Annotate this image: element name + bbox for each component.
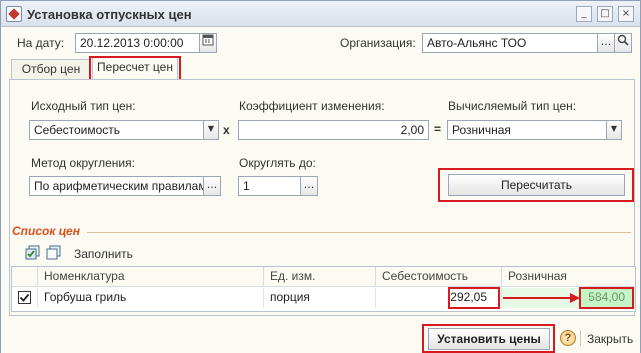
highlight-recalculate-button: [438, 168, 634, 202]
row-checkbox-cell[interactable]: [12, 288, 38, 308]
search-icon: [617, 34, 629, 46]
source-price-type-field[interactable]: Себестоимость: [29, 120, 204, 140]
help-icon[interactable]: ?: [560, 330, 576, 346]
select-all-icon[interactable]: [25, 245, 41, 261]
organization-select-button[interactable]: ...: [597, 33, 615, 53]
column-header-retail[interactable]: Розничная: [502, 267, 635, 287]
tab-price-selection[interactable]: Отбор цен: [11, 59, 91, 79]
column-header-check: [12, 267, 38, 287]
checkbox-checked-icon[interactable]: [18, 291, 31, 304]
rounding-method-field[interactable]: По арифметическим правилам: [29, 176, 204, 196]
multiply-sign: x: [223, 123, 230, 137]
fill-button[interactable]: Заполнить: [74, 247, 133, 261]
equals-sign: =: [434, 122, 442, 136]
highlight-set-prices-button: [422, 324, 555, 353]
calendar-icon: [202, 34, 214, 46]
app-icon: [6, 6, 22, 22]
coefficient-label: Коэффициент изменения:: [239, 99, 385, 113]
minimize-button[interactable]: _: [576, 6, 592, 22]
date-label: На дату:: [17, 36, 65, 50]
rounding-method-select-button[interactable]: ...: [203, 176, 221, 196]
column-header-unit[interactable]: Ед. изм.: [264, 267, 376, 287]
title-bar[interactable]: Установка отпускных цен _ □ ×: [1, 1, 640, 27]
source-price-type-label: Исходный тип цен:: [31, 99, 136, 113]
target-price-type-field[interactable]: Розничная: [447, 120, 607, 140]
round-to-label: Округлять до:: [239, 156, 316, 170]
coefficient-field[interactable]: 2,00: [238, 120, 429, 140]
column-header-cost[interactable]: Себестоимость: [376, 267, 502, 287]
price-table: Номенклатура Ед. изм. Себестоимость Розн…: [11, 266, 636, 312]
highlight-cost-value: [448, 287, 500, 309]
round-to-field[interactable]: 1: [238, 176, 301, 196]
rounding-method-label: Метод округления:: [31, 156, 135, 170]
target-price-type-dropdown[interactable]: ▼: [606, 120, 622, 140]
unit-cell[interactable]: порция: [264, 288, 376, 308]
window-title: Установка отпускных цен: [27, 7, 192, 22]
footer-separator: [580, 330, 581, 346]
highlight-retail-value: [579, 287, 634, 309]
organization-label: Организация:: [340, 36, 416, 50]
arrow-icon: [503, 293, 580, 303]
dialog-window: Установка отпускных цен _ □ × На дату: 2…: [0, 0, 641, 353]
target-price-type-label: Вычисляемый тип цен:: [448, 99, 577, 113]
organization-open-button[interactable]: [614, 33, 632, 53]
item-cell[interactable]: Горбуша гриль: [38, 288, 264, 308]
date-field[interactable]: 20.12.2013 0:00:00: [75, 33, 200, 53]
group-divider: [87, 232, 631, 233]
source-price-type-dropdown[interactable]: ▼: [203, 120, 219, 140]
close-window-button[interactable]: ×: [618, 6, 634, 22]
column-header-item[interactable]: Номенклатура: [38, 267, 264, 287]
deselect-all-icon[interactable]: [46, 245, 62, 261]
round-to-select-button[interactable]: ...: [300, 176, 318, 196]
close-button[interactable]: Закрыть: [587, 332, 633, 346]
maximize-button[interactable]: □: [597, 6, 613, 22]
calendar-button[interactable]: [199, 33, 217, 53]
price-list-title: Список цен: [12, 224, 80, 238]
organization-field[interactable]: Авто-Альянс ТОО: [422, 33, 598, 53]
